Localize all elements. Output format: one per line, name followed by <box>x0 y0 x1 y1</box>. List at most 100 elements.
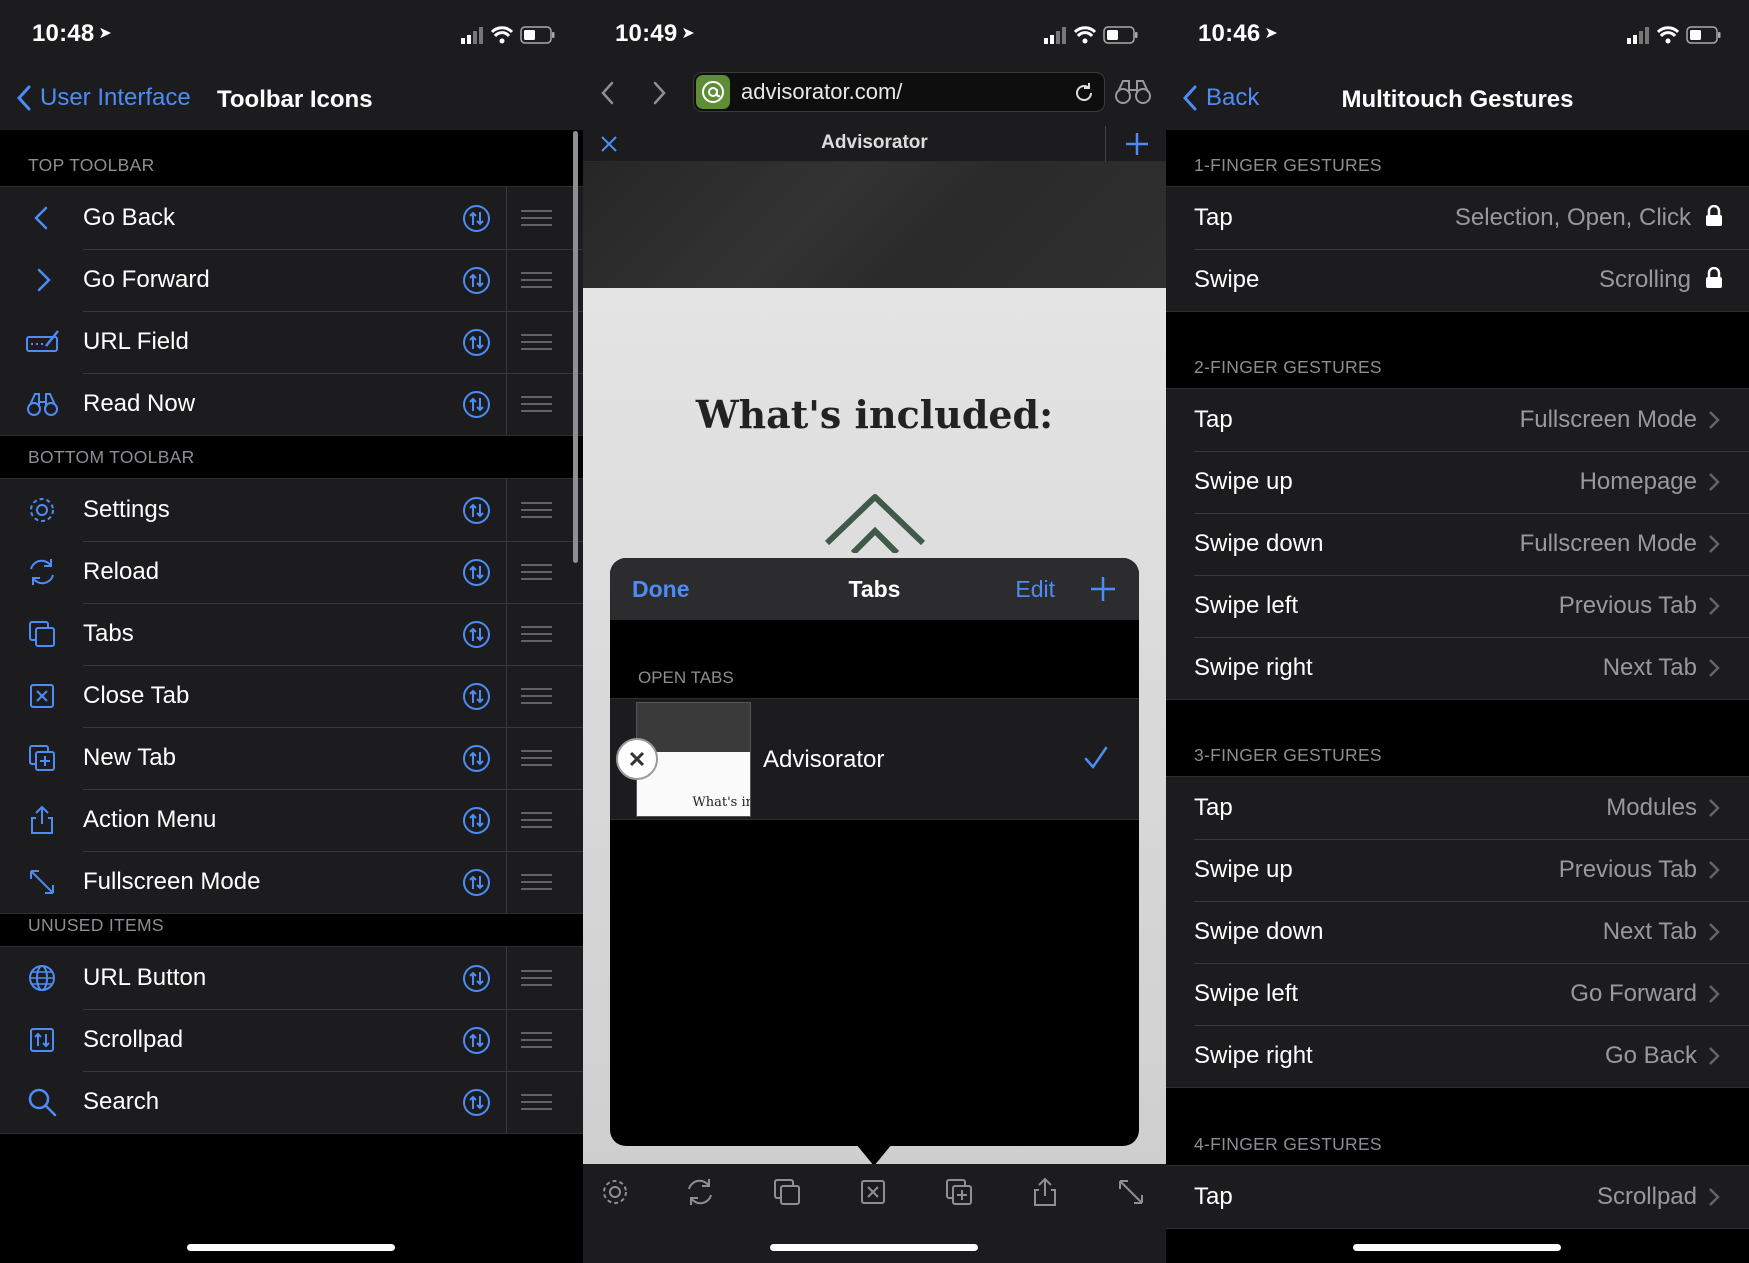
new-tab-plus-icon[interactable] <box>1124 131 1150 157</box>
toolbar-item-label: Scrollpad <box>83 1026 184 1053</box>
reorder-handle-icon[interactable] <box>521 272 552 288</box>
tab-title[interactable]: Advisorator <box>583 132 1166 154</box>
gesture-row-swipe-up[interactable]: Swipe up Previous Tab <box>1166 839 1749 901</box>
new-tab-icon[interactable] <box>943 1176 975 1208</box>
reload-icon[interactable] <box>684 1176 716 1208</box>
reorder-handle-icon[interactable] <box>521 812 552 828</box>
go-back-icon[interactable] <box>598 80 618 106</box>
gesture-action-value: Homepage <box>1579 468 1697 495</box>
chevron-right-icon <box>1709 923 1720 941</box>
move-arrows-icon[interactable] <box>462 496 491 525</box>
open-tab-row[interactable]: What's in Advisorator <box>610 698 1139 820</box>
gesture-row-tap[interactable]: Tap Scrollpad <box>1166 1166 1749 1228</box>
reorder-handle-icon[interactable] <box>521 564 552 580</box>
move-arrows-icon[interactable] <box>462 328 491 357</box>
reorder-handle-icon[interactable] <box>521 210 552 226</box>
at-sign-icon <box>702 81 724 103</box>
toolbar-item-search[interactable]: Search <box>0 1071 583 1133</box>
toolbar-item-go-back[interactable]: Go Back <box>0 187 583 249</box>
move-arrows-icon[interactable] <box>462 1088 491 1117</box>
move-arrows-icon[interactable] <box>462 744 491 773</box>
move-arrows-icon[interactable] <box>462 620 491 649</box>
binoculars-icon <box>27 393 58 416</box>
move-arrows-icon[interactable] <box>462 682 491 711</box>
gesture-label: Swipe <box>1194 266 1260 293</box>
site-badge <box>696 75 730 109</box>
tab-strip: Advisorator <box>583 126 1166 162</box>
reorder-handle-icon[interactable] <box>521 334 552 350</box>
share-icon[interactable] <box>1029 1176 1061 1208</box>
gesture-action-value: Fullscreen Mode <box>1519 406 1697 433</box>
toolbar-item-reload[interactable]: Reload <box>0 541 583 603</box>
reorder-handle-icon[interactable] <box>521 970 552 986</box>
add-tab-plus-icon[interactable] <box>1089 575 1117 603</box>
move-arrows-icon[interactable] <box>462 558 491 587</box>
status-time: 10:48 <box>32 20 95 47</box>
home-indicator <box>1353 1244 1561 1251</box>
checkmark-icon <box>1084 746 1108 770</box>
toolbar-item-label: Tabs <box>83 620 134 647</box>
toolbar-item-action-menu[interactable]: Action Menu <box>0 789 583 851</box>
toolbar-item-new-tab[interactable]: New Tab <box>0 727 583 789</box>
reorder-handle-icon[interactable] <box>521 502 552 518</box>
move-arrows-icon[interactable] <box>462 204 491 233</box>
gesture-row-swipe: Swipe Scrolling <box>1166 249 1749 311</box>
edit-button[interactable]: Edit <box>1015 576 1055 603</box>
move-arrows-icon[interactable] <box>462 806 491 835</box>
reorder-handle-icon[interactable] <box>521 688 552 704</box>
chevron-right-icon <box>1709 535 1720 553</box>
tabs-icon[interactable] <box>771 1176 803 1208</box>
chevron-right-icon <box>1709 411 1720 429</box>
tabs-popover: Done Tabs Edit OPEN TABS What's in Advis… <box>610 558 1139 1146</box>
fullscreen-icon[interactable] <box>1115 1176 1147 1208</box>
gesture-row-swipe-right[interactable]: Swipe right Go Back <box>1166 1025 1749 1087</box>
lock-icon <box>1706 205 1722 226</box>
toolbar-item-label: URL Button <box>83 964 207 991</box>
gesture-action-value: Modules <box>1606 794 1697 821</box>
binoculars-icon[interactable] <box>1113 78 1153 106</box>
gesture-row-swipe-up[interactable]: Swipe up Homepage <box>1166 451 1749 513</box>
reorder-handle-icon[interactable] <box>521 750 552 766</box>
tab-divider <box>1105 126 1106 162</box>
gesture-row-swipe-down[interactable]: Swipe down Fullscreen Mode <box>1166 513 1749 575</box>
gesture-row-swipe-down[interactable]: Swipe down Next Tab <box>1166 901 1749 963</box>
toolbar-item-go-forward[interactable]: Go Forward <box>0 249 583 311</box>
scrollbar[interactable] <box>573 131 578 563</box>
toolbar-item-scrollpad[interactable]: Scrollpad <box>0 1009 583 1071</box>
reorder-handle-icon[interactable] <box>521 396 552 412</box>
toolbar-item-url-button[interactable]: URL Button <box>0 947 583 1009</box>
move-arrows-icon[interactable] <box>462 266 491 295</box>
reorder-handle-icon[interactable] <box>521 1032 552 1048</box>
gesture-label: Tap <box>1194 1183 1233 1210</box>
close-tab-button[interactable] <box>616 738 658 780</box>
move-arrows-icon[interactable] <box>462 1026 491 1055</box>
go-forward-icon[interactable] <box>649 80 669 106</box>
gesture-row-swipe-left[interactable]: Swipe left Previous Tab <box>1166 575 1749 637</box>
reorder-handle-icon[interactable] <box>521 626 552 642</box>
gesture-row-tap[interactable]: Tap Fullscreen Mode <box>1166 389 1749 451</box>
reorder-handle-icon[interactable] <box>521 1094 552 1110</box>
popover-arrow <box>856 1144 892 1166</box>
popover-header: Done Tabs Edit <box>610 558 1139 620</box>
move-arrows-icon[interactable] <box>462 964 491 993</box>
reload-icon[interactable] <box>1072 81 1096 105</box>
move-arrows-icon[interactable] <box>462 390 491 419</box>
home-indicator <box>770 1244 978 1251</box>
toolbar-item-settings[interactable]: Settings <box>0 479 583 541</box>
gesture-action-value: Next Tab <box>1602 654 1697 681</box>
gesture-label: Swipe down <box>1194 918 1324 945</box>
back-button[interactable]: User Interface <box>16 84 191 112</box>
popover-title: Tabs <box>848 576 901 602</box>
toolbar-item-tabs[interactable]: Tabs <box>0 603 583 665</box>
gesture-row-swipe-right[interactable]: Swipe right Next Tab <box>1166 637 1749 699</box>
navigation-bar: Back Multitouch Gestures <box>1166 70 1749 130</box>
chevron-right-icon <box>37 268 51 292</box>
close-tab-icon[interactable] <box>857 1176 889 1208</box>
gesture-row-swipe-left[interactable]: Swipe left Go Forward <box>1166 963 1749 1025</box>
toolbar-item-close-tab[interactable]: Close Tab <box>0 665 583 727</box>
lock-icon <box>1706 267 1722 288</box>
toolbar-item-url-field[interactable]: URL Field <box>0 311 583 373</box>
gesture-row-tap[interactable]: Tap Modules <box>1166 777 1749 839</box>
gear-icon[interactable] <box>599 1176 631 1208</box>
multitouch-gestures-screen: 10:46 ➤ Back Multitouch Gestures 1-FINGER… <box>1166 0 1749 1263</box>
